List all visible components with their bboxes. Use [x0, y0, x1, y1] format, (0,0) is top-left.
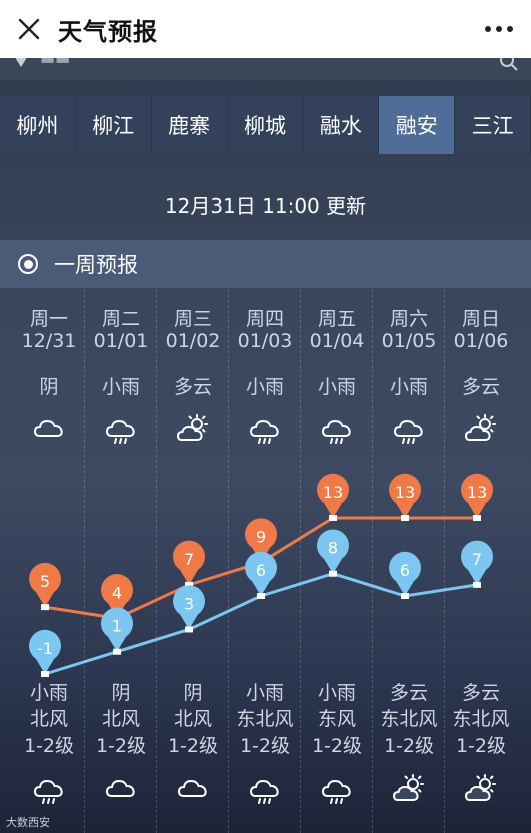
- cloud-icon: [105, 779, 135, 797]
- temp-value-label: 7: [472, 550, 482, 569]
- cloud-icon: [177, 779, 207, 797]
- temp-value-label: 6: [256, 561, 266, 580]
- wind-direction: 北风: [101, 708, 140, 730]
- high-temp-marker: 13: [389, 473, 421, 521]
- tab-city[interactable]: 融水: [303, 96, 380, 154]
- temp-value-label: 13: [323, 483, 343, 502]
- update-time: 12月31日 11:00 更新: [164, 194, 367, 218]
- wind-direction: 东北风: [236, 708, 294, 730]
- high-temp-marker: 13: [460, 473, 493, 521]
- wind-level: 1-2级: [311, 735, 363, 757]
- close-icon: [18, 18, 40, 40]
- search-ghost-text: ▬▬: [40, 58, 71, 68]
- temp-value-label: 13: [395, 483, 415, 502]
- wind-level: 1-2级: [455, 735, 507, 757]
- weekly-forecast-title: 一周预报: [54, 253, 138, 277]
- city-tab-bar: 柳州 柳江 鹿寨 柳城 融水 融安 三江: [0, 96, 531, 154]
- tab-city[interactable]: 柳州: [0, 96, 76, 154]
- tab-city[interactable]: 柳城: [228, 96, 304, 154]
- temp-value-label: 8: [328, 539, 338, 558]
- location-pin-icon: [16, 58, 26, 67]
- tab-city[interactable]: 柳江: [76, 96, 152, 154]
- high-temp-marker: 5: [28, 562, 61, 611]
- wind-level: 1-2级: [383, 735, 435, 757]
- temperature-chart: 547913 13 13-1136867: [28, 473, 493, 677]
- temp-value-label: 13: [467, 483, 487, 502]
- tab-city[interactable]: 鹿寨: [152, 96, 228, 154]
- wind-direction: 北风: [173, 708, 212, 730]
- temp-value-label: 4: [112, 583, 122, 602]
- rain-icon: [33, 779, 63, 804]
- search-icon: [500, 58, 518, 71]
- low-temp-marker: 8: [317, 529, 349, 577]
- watermark: 大数西安: [6, 816, 50, 829]
- wind-level: 1-2级: [95, 735, 147, 757]
- wind-direction: 东风: [317, 708, 356, 730]
- weekly-forecast-header: 一周预报: [0, 240, 531, 288]
- high-temp-marker: 13: [317, 473, 349, 521]
- wind-level: 1-2级: [23, 735, 75, 757]
- temp-value-label: -1: [37, 639, 53, 658]
- partly-cloudy-icon: [392, 774, 424, 801]
- rain-icon: [321, 779, 351, 804]
- more-dots-icon: [485, 26, 513, 32]
- page-title: 天气预报: [58, 17, 158, 46]
- radio-icon: [18, 254, 38, 274]
- title-bar: 天气预报: [0, 0, 531, 58]
- partly-cloudy-icon: [464, 774, 496, 801]
- more-button[interactable]: [481, 16, 517, 42]
- temp-value-label: 3: [184, 594, 194, 613]
- wind-level: 1-2级: [239, 735, 291, 757]
- wind-direction: 东北风: [380, 708, 438, 730]
- tab-city-active[interactable]: 融安: [379, 96, 456, 154]
- wind-direction: 北风: [29, 708, 68, 730]
- close-button[interactable]: [0, 0, 58, 58]
- tab-city[interactable]: 三江: [455, 96, 531, 154]
- wind-level: 1-2级: [167, 735, 219, 757]
- temp-value-label: 9: [256, 528, 266, 547]
- temp-value-label: 5: [40, 572, 50, 591]
- search-strip[interactable]: ▬▬: [0, 58, 531, 80]
- low-temp-marker: 7: [460, 540, 493, 588]
- temp-value-label: 6: [400, 561, 410, 580]
- temp-value-label: 7: [184, 550, 194, 569]
- rain-icon: [249, 779, 279, 804]
- wind-direction: 东北风: [452, 708, 510, 730]
- temp-value-label: 1: [112, 617, 122, 636]
